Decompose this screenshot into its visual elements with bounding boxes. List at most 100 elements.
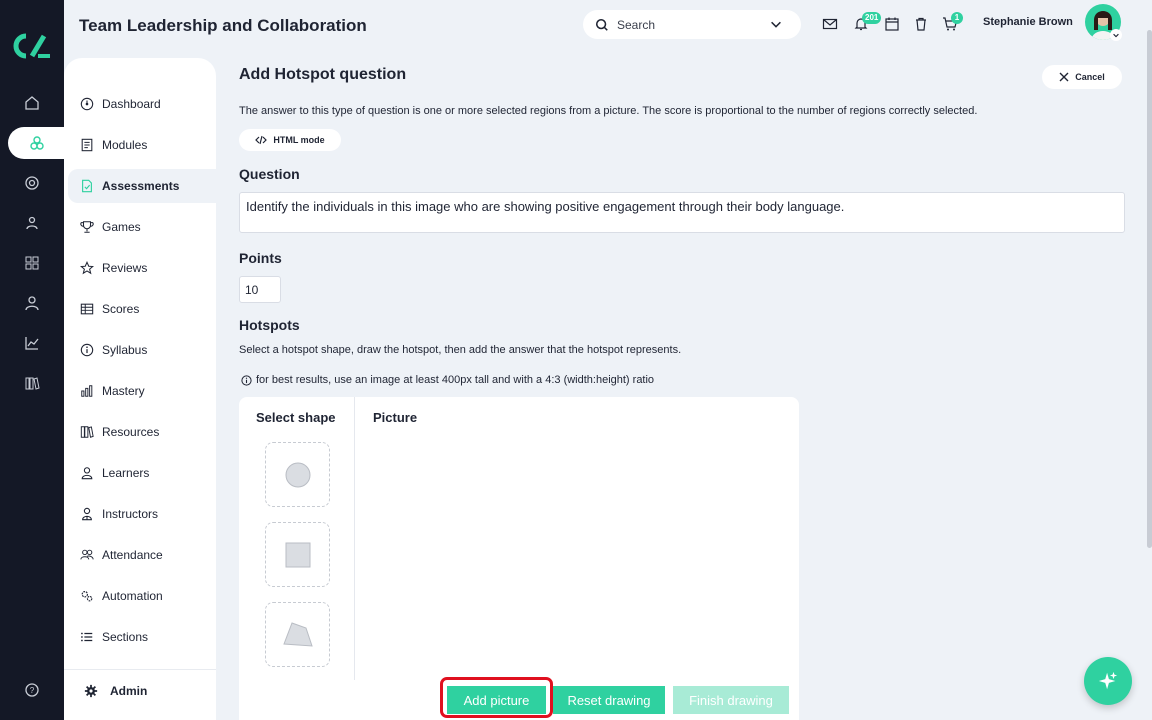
ai-assistant-button[interactable]: [1084, 657, 1132, 705]
sidebar-item-label: Automation: [102, 589, 163, 603]
calendar-icon[interactable]: [884, 16, 900, 32]
sidebar-item-games[interactable]: Games: [68, 210, 216, 244]
users-icon: [80, 549, 94, 560]
sidebar-item-label: Dashboard: [102, 97, 161, 111]
dashboard-icon: [80, 97, 94, 111]
mail-icon[interactable]: [822, 16, 838, 32]
gear-icon: [84, 684, 98, 698]
rail-people-icon[interactable]: [0, 207, 64, 239]
sidebar-item-admin[interactable]: Admin: [84, 684, 147, 698]
cancel-label: Cancel: [1075, 72, 1105, 82]
hotspot-editor-panel: Select shape Picture: [239, 397, 799, 720]
user-name[interactable]: Stephanie Brown: [983, 16, 1073, 28]
gears-icon: [81, 591, 93, 602]
star-icon: [80, 261, 94, 275]
picture-canvas[interactable]: [356, 437, 799, 680]
sidebar-divider: [64, 669, 216, 670]
highlight-box: [440, 677, 553, 718]
chevron-down-icon[interactable]: [769, 17, 783, 31]
sidebar-item-dashboard[interactable]: Dashboard: [68, 87, 216, 121]
hotspots-label: Hotspots: [239, 317, 300, 333]
chevron-down-icon[interactable]: [1110, 29, 1122, 41]
sidebar-item-label: Syllabus: [102, 343, 148, 357]
sidebar: Dashboard Modules Assessments Games Revi…: [64, 58, 216, 720]
sidebar-item-label: Attendance: [102, 548, 163, 562]
close-icon: [1059, 72, 1069, 82]
html-mode-label: HTML mode: [273, 135, 325, 145]
instructor-icon: [82, 507, 92, 521]
shape-selector: Select shape: [239, 397, 355, 680]
sidebar-item-label: Admin: [110, 684, 148, 698]
main-content: Add Hotspot question Cancel The answer t…: [216, 58, 1146, 720]
brand-logo[interactable]: [12, 32, 52, 60]
rail-target-icon[interactable]: [0, 167, 64, 199]
svg-text:?: ?: [30, 686, 35, 695]
sidebar-item-mastery[interactable]: Mastery: [68, 374, 216, 408]
polygon-shape-button[interactable]: [265, 602, 330, 667]
question-label: Question: [239, 166, 300, 182]
sidebar-item-reviews[interactable]: Reviews: [68, 251, 216, 285]
scrollbar[interactable]: [1147, 30, 1152, 548]
sidebar-item-scores[interactable]: Scores: [68, 292, 216, 326]
info-icon: [241, 374, 252, 386]
sidebar-item-label: Scores: [102, 302, 140, 316]
hotspots-description: Select a hotspot shape, draw the hotspot…: [239, 344, 682, 356]
sparkle-icon: [1098, 671, 1118, 690]
info-icon: [80, 343, 94, 357]
user-icon: [81, 467, 93, 480]
sidebar-item-resources[interactable]: Resources: [68, 415, 216, 449]
sidebar-item-label: Reviews: [102, 261, 148, 275]
cart-badge: 1: [951, 12, 963, 24]
rail-analytics-icon[interactable]: [0, 327, 64, 359]
rail-home-icon[interactable]: [0, 87, 64, 119]
sidebar-item-assessments[interactable]: Assessments: [68, 169, 216, 203]
sidebar-item-label: Games: [102, 220, 141, 234]
picture-label: Picture: [373, 410, 418, 425]
books-icon: [80, 426, 94, 438]
hotspots-info-text: for best results, use an image at least …: [256, 374, 655, 386]
finish-drawing-button[interactable]: Finish drawing: [673, 686, 789, 714]
html-mode-button[interactable]: HTML mode: [239, 129, 341, 151]
points-label: Points: [239, 250, 282, 266]
code-icon: [255, 135, 268, 145]
sidebar-item-label: Resources: [102, 425, 160, 439]
rail-user-icon[interactable]: [0, 287, 64, 319]
points-input[interactable]: 10: [239, 276, 281, 303]
sidebar-item-label: Instructors: [102, 507, 159, 521]
page-title: Add Hotspot question: [239, 66, 407, 83]
search-icon: [595, 18, 608, 31]
app-title: Team Leadership and Collaboration: [79, 16, 367, 35]
sidebar-item-instructors[interactable]: Instructors: [68, 497, 216, 531]
rail-courses-icon[interactable]: [8, 127, 66, 159]
rail-grid-icon[interactable]: [0, 247, 64, 279]
reset-drawing-button[interactable]: Reset drawing: [553, 686, 665, 714]
modules-icon: [81, 138, 93, 152]
rectangle-shape-button[interactable]: [265, 522, 330, 587]
bar-chart-icon: [81, 385, 93, 397]
question-textarea[interactable]: Identify the individuals in this image w…: [239, 192, 1125, 233]
sidebar-item-label: Learners: [102, 466, 150, 480]
sidebar-item-learners[interactable]: Learners: [68, 456, 216, 490]
polygon-shape-icon: [282, 621, 313, 647]
search-input[interactable]: Search: [583, 10, 801, 39]
table-icon: [80, 303, 94, 315]
select-shape-label: Select shape: [256, 410, 336, 425]
sidebar-item-modules[interactable]: Modules: [68, 128, 216, 162]
rectangle-shape-icon: [285, 542, 310, 567]
icon-rail: ?: [0, 0, 66, 720]
notification-badge: 201: [862, 12, 882, 24]
rail-help-icon[interactable]: ?: [0, 674, 64, 706]
sidebar-item-label: Mastery: [102, 384, 145, 398]
circle-shape-button[interactable]: [265, 442, 330, 507]
sidebar-item-attendance[interactable]: Attendance: [68, 538, 216, 572]
search-placeholder: Search: [617, 17, 656, 32]
sidebar-item-label: Sections: [102, 630, 149, 644]
sidebar-item-sections[interactable]: Sections: [68, 620, 216, 654]
trash-icon[interactable]: [913, 16, 929, 32]
sidebar-item-syllabus[interactable]: Syllabus: [68, 333, 216, 367]
rail-library-icon[interactable]: [0, 367, 64, 399]
sidebar-item-label: Assessments: [102, 179, 180, 193]
assessments-icon: [82, 179, 92, 193]
sidebar-item-automation[interactable]: Automation: [68, 579, 216, 613]
cancel-button[interactable]: Cancel: [1042, 65, 1122, 89]
